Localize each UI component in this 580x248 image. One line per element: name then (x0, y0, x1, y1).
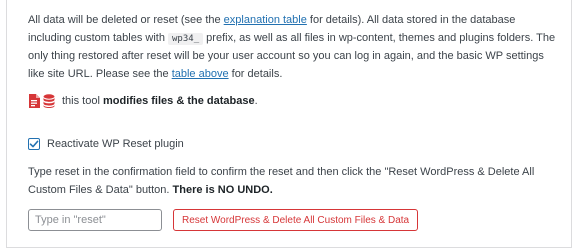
warning-text: this tool modifies files & the database. (62, 95, 258, 107)
reactivate-plugin-option[interactable]: Reactivate WP Reset plugin (28, 136, 184, 152)
reactivate-checkbox[interactable] (28, 138, 40, 150)
table-above-link[interactable]: table above (172, 68, 229, 80)
intro-text-4: for details. (228, 67, 283, 80)
file-icon (28, 94, 40, 108)
warning-bold: modifies files & the database (102, 95, 255, 107)
warning-line: this tool modifies files & the database. (28, 93, 258, 109)
no-undo-text: There is NO UNDO. (172, 183, 273, 196)
explanation-table-link[interactable]: explanation table (224, 14, 307, 26)
intro-text-1: All data will be deleted or reset (see t… (28, 14, 224, 26)
reactivate-label: Reactivate WP Reset plugin (47, 138, 184, 150)
intro-paragraph: All data will be deleted or reset (see t… (28, 12, 558, 83)
instructions-paragraph: Type reset in the confirmation field to … (28, 164, 558, 199)
reset-wordpress-button[interactable]: Reset WordPress & Delete All Custom File… (173, 209, 419, 231)
warning-lead: this tool (62, 95, 103, 107)
database-icon (43, 94, 55, 108)
warning-end: . (254, 95, 258, 107)
reset-confirmation-input[interactable] (28, 209, 162, 231)
reset-panel: All data will be deleted or reset (see t… (6, 0, 572, 248)
table-prefix-code: wp34_ (168, 32, 204, 45)
checkmark-icon (29, 140, 39, 148)
instructions-text: Type reset in the confirmation field to … (28, 166, 535, 196)
